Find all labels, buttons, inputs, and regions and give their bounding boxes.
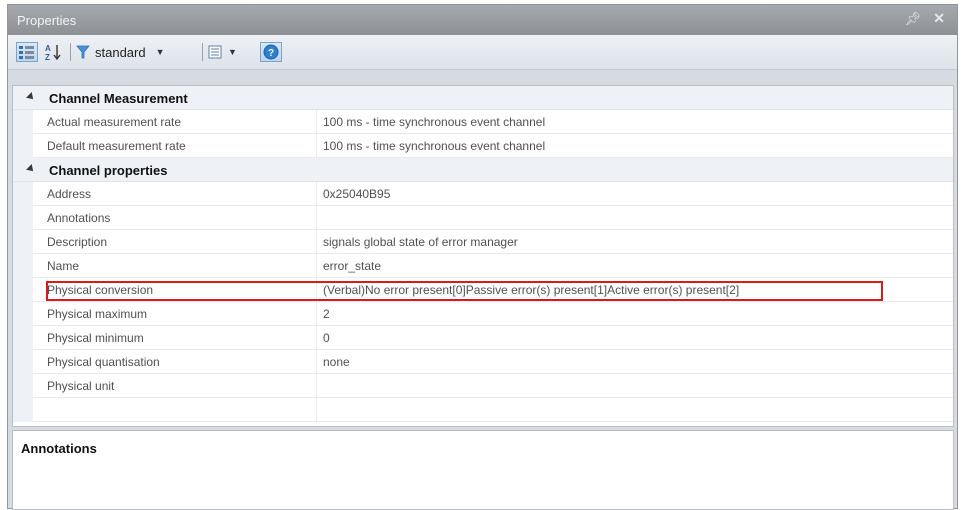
property-value[interactable]: error_state	[317, 254, 953, 278]
help-icon: ?	[263, 44, 279, 60]
categorized-button[interactable]	[16, 42, 38, 62]
property-row[interactable]: Physical quantisation none	[13, 350, 953, 374]
property-value[interactable]	[317, 374, 953, 398]
property-row[interactable]: Annotations	[13, 206, 953, 230]
property-row[interactable]: Physical maximum 2	[13, 302, 953, 326]
property-row[interactable]: Address 0x25040B95	[13, 182, 953, 206]
category-row[interactable]: Channel properties	[13, 158, 953, 182]
property-name: Description	[33, 230, 317, 254]
property-name: Physical conversion	[33, 278, 317, 302]
property-name	[33, 398, 317, 422]
svg-text:?: ?	[268, 48, 274, 59]
property-name: Default measurement rate	[33, 134, 317, 158]
filter-label: standard	[95, 44, 146, 60]
property-value[interactable]: 100 ms - time synchronous event channel	[317, 110, 953, 134]
svg-text:A: A	[45, 44, 51, 53]
property-value[interactable]: none	[317, 350, 953, 374]
help-button[interactable]: ?	[260, 42, 282, 62]
properties-window: Properties 📌︎ ✕ A Z standard ▼ ▼ ? Chann…	[7, 4, 958, 510]
window-title: Properties	[17, 13, 77, 28]
property-value[interactable]	[317, 398, 953, 422]
property-value[interactable]: 0x25040B95	[317, 182, 953, 206]
toolbar-separator	[70, 43, 71, 61]
toolbar: A Z standard ▼ ▼ ?	[8, 35, 957, 70]
property-row[interactable]: Actual measurement rate 100 ms - time sy…	[13, 110, 953, 134]
property-name: Physical minimum	[33, 326, 317, 350]
sort-az-icon: A Z	[45, 44, 61, 61]
annotations-heading: Annotations	[21, 441, 97, 456]
property-row[interactable]: Physical conversion (Verbal)No error pre…	[13, 278, 953, 302]
property-name: Address	[33, 182, 317, 206]
filter-dropdown[interactable]: standard ▼	[76, 42, 196, 62]
property-pages-button[interactable]: ▼	[208, 42, 240, 62]
property-name: Physical quantisation	[33, 350, 317, 374]
property-value[interactable]: (Verbal)No error present[0]Passive error…	[317, 278, 953, 302]
property-value[interactable]	[317, 206, 953, 230]
property-pages-icon	[208, 45, 222, 59]
property-row[interactable]: Physical minimum 0	[13, 326, 953, 350]
property-row[interactable]: Description signals global state of erro…	[13, 230, 953, 254]
annotations-panel: Annotations	[12, 430, 954, 510]
category-row[interactable]: Channel Measurement	[13, 86, 953, 110]
alphabetical-sort-button[interactable]: A Z	[42, 42, 64, 62]
svg-text:Z: Z	[45, 53, 50, 61]
category-label: Channel properties	[49, 163, 168, 178]
property-row[interactable]: Physical unit	[13, 374, 953, 398]
property-name: Name	[33, 254, 317, 278]
property-name: Annotations	[33, 206, 317, 230]
property-name: Actual measurement rate	[33, 110, 317, 134]
category-label: Channel Measurement	[49, 91, 188, 106]
property-value[interactable]: 2	[317, 302, 953, 326]
property-name: Physical maximum	[33, 302, 317, 326]
toolbar-separator	[202, 43, 203, 61]
property-name: Physical unit	[33, 374, 317, 398]
pin-icon[interactable]: 📌︎	[904, 11, 921, 27]
chevron-down-icon: ▼	[155, 47, 165, 57]
title-bar: Properties 📌︎ ✕	[8, 5, 957, 35]
property-row[interactable]	[13, 398, 953, 422]
categorized-icon	[19, 46, 34, 59]
chevron-down-icon: ▼	[228, 47, 237, 57]
filter-icon	[76, 45, 90, 59]
property-value[interactable]: 0	[317, 326, 953, 350]
property-row[interactable]: Default measurement rate 100 ms - time s…	[13, 134, 953, 158]
property-value[interactable]: signals global state of error manager	[317, 230, 953, 254]
property-row[interactable]: Name error_state	[13, 254, 953, 278]
property-value[interactable]: 100 ms - time synchronous event channel	[317, 134, 953, 158]
close-icon[interactable]: ✕	[933, 10, 945, 27]
property-grid: Channel Measurement Actual measurement r…	[12, 85, 954, 427]
